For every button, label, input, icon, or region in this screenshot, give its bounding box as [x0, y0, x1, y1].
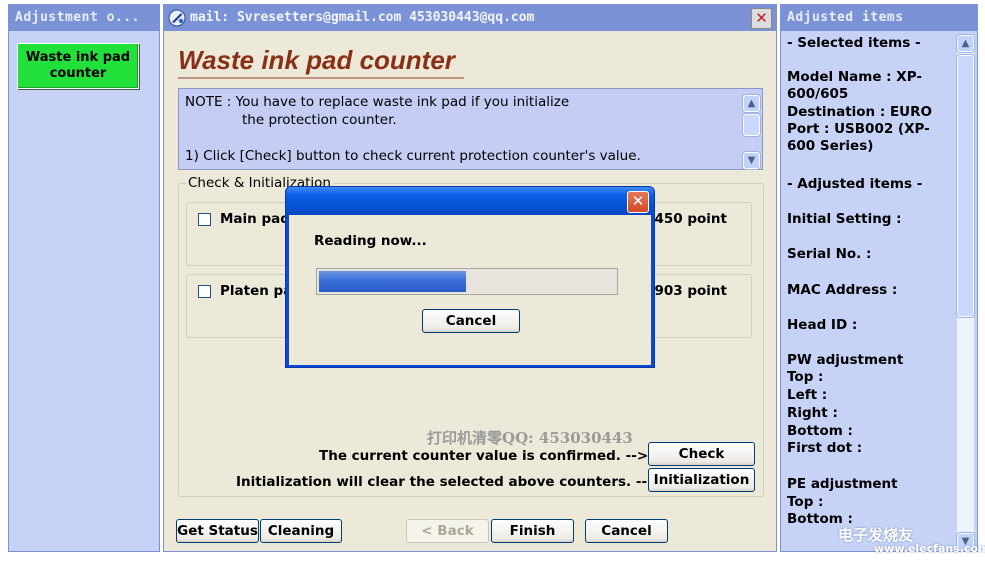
adjusted-item-line: Bottom : [787, 423, 853, 439]
progress-fill [319, 271, 466, 292]
platen-pad-label: Platen pa [220, 283, 293, 299]
scroll-thumb[interactable] [957, 55, 974, 317]
adjusted-item-line: Top : [787, 369, 824, 385]
adjusted-item-line: - Adjusted items - [787, 176, 923, 192]
progress-bar [316, 268, 618, 295]
adjusted-item-line: PW adjustment [787, 352, 904, 368]
main-pad-label: Main pad [220, 211, 290, 227]
app-icon [168, 9, 186, 27]
adjusted-item-line: Serial No. : [787, 246, 872, 262]
dialog-cancel-button[interactable]: Cancel [422, 309, 520, 333]
adjusted-item-line: MAC Address : [787, 282, 898, 298]
adjusted-item-line: Top : [787, 494, 824, 510]
back-button[interactable]: < Back [406, 519, 489, 543]
note-scrollbar[interactable]: ▲ ▼ [743, 90, 761, 169]
check-button[interactable]: Check [648, 442, 755, 466]
platen-pad-checkbox[interactable] [198, 285, 211, 298]
init-text: Initialization will clear the selected a… [236, 474, 659, 490]
adjusted-item-line: Left : [787, 387, 828, 403]
left-panel-title: Adjustment o... [9, 5, 159, 31]
adjusted-item-line: Model Name : XP-600/605 [787, 69, 922, 102]
note-line-1: NOTE : You have to replace waste ink pad… [185, 94, 570, 110]
title-underline [178, 77, 464, 79]
scroll-down-icon[interactable]: ▼ [743, 152, 760, 169]
elecfans-watermark: 电子发烧友 www.elecfans.com [838, 524, 985, 555]
platen-pad-value: 903 point [654, 283, 727, 299]
nav-item-label-line2: counter [49, 66, 107, 81]
nav-item-label-line1: Waste ink pad [25, 50, 131, 65]
scroll-up-icon[interactable]: ▲ [743, 95, 760, 112]
page-title: Waste ink pad counter [178, 45, 455, 75]
right-scrollbar[interactable]: ▲ ▼ [957, 35, 975, 551]
main-pad-value: 450 point [654, 211, 727, 227]
main-titlebar: mail: Svresetters@gmail.com 453030443@qq… [164, 5, 776, 31]
initialization-button[interactable]: Initialization [648, 468, 755, 492]
nav-item-waste-ink-pad-counter[interactable]: Waste ink pad counter [17, 43, 139, 89]
confirm-text: The current counter value is confirmed. … [319, 448, 649, 464]
scroll-up-icon[interactable]: ▲ [957, 35, 974, 52]
cancel-button[interactable]: Cancel [585, 519, 668, 543]
adjusted-item-line: Port : USB002 (XP-600 Series) [787, 121, 930, 154]
note-box: NOTE : You have to replace waste ink pad… [178, 88, 763, 170]
adjusted-item-line: - Selected items - [787, 35, 921, 51]
finish-button[interactable]: Finish [491, 519, 574, 543]
adjusted-item-line: PE adjustment [787, 476, 898, 492]
main-pad-checkbox[interactable] [198, 213, 211, 226]
adjusted-item-line: Right : [787, 405, 838, 421]
close-icon[interactable]: ✕ [751, 8, 772, 29]
note-line-2: the protection counter. [242, 112, 397, 128]
qq-watermark: 打印机清零QQ: 453030443 [427, 429, 633, 447]
adjusted-item-line: First dot : [787, 440, 863, 456]
progress-dialog: ✕ Reading now... Cancel [285, 186, 655, 368]
right-panel: Adjusted items - Selected items - Model N… [780, 4, 978, 552]
get-status-button[interactable]: Get Status [176, 519, 259, 543]
scroll-thumb[interactable] [743, 114, 760, 136]
close-icon[interactable]: ✕ [627, 191, 649, 213]
dialog-body: Reading now... Cancel [289, 215, 651, 365]
dialog-message: Reading now... [314, 233, 427, 249]
window-title: mail: Svresetters@gmail.com 453030443@qq… [190, 10, 535, 25]
right-panel-title: Adjusted items [781, 5, 977, 31]
adjusted-item-line: Destination : EURO [787, 104, 933, 120]
cleaning-button[interactable]: Cleaning [260, 519, 342, 543]
adjusted-item-line: Initial Setting : [787, 211, 902, 227]
watermark-url: www.elecfans.com [874, 542, 985, 555]
note-line-3: 1) Click [Check] button to check current… [185, 148, 641, 164]
left-panel: Adjustment o... Waste ink pad counter [8, 4, 160, 552]
adjusted-item-line: Head ID : [787, 317, 858, 333]
dialog-titlebar: ✕ [286, 187, 654, 215]
